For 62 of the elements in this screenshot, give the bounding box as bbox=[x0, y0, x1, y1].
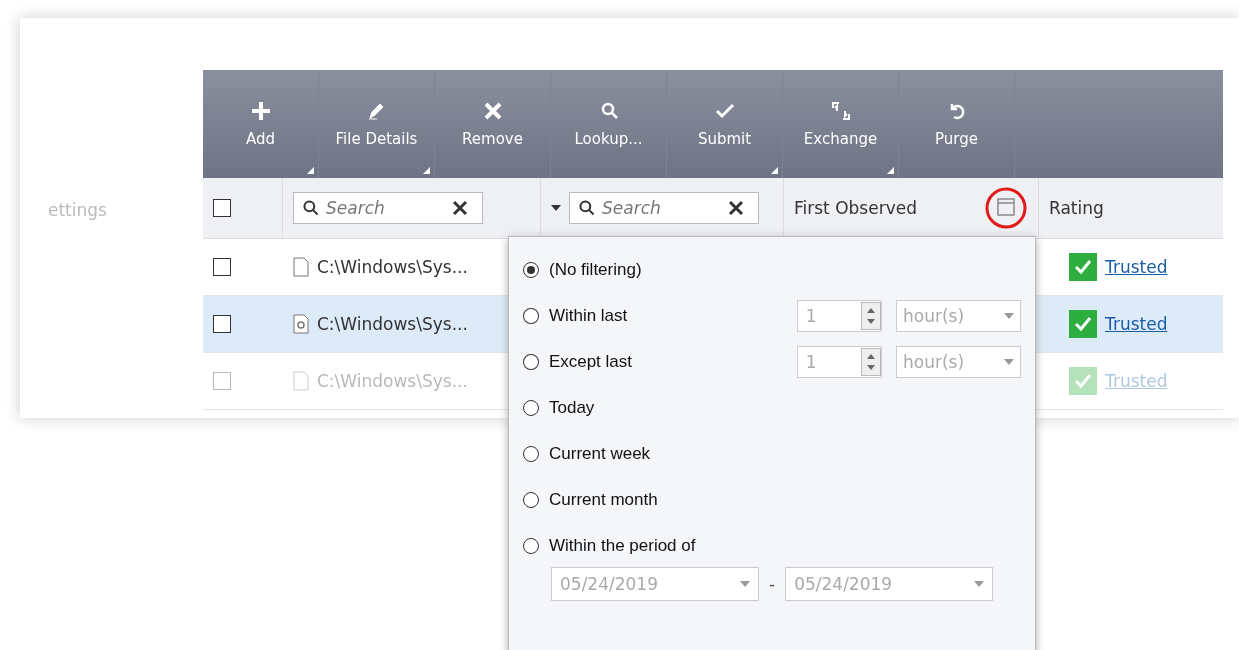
range-separator: - bbox=[769, 574, 776, 594]
table-cell: C:\Windows\Sys... bbox=[317, 371, 468, 391]
rating-link[interactable]: Trusted bbox=[1105, 314, 1168, 334]
date-field[interactable]: 05/24/2019 bbox=[785, 567, 994, 601]
option-label: Current month bbox=[549, 490, 659, 510]
check-badge-icon bbox=[1069, 310, 1097, 338]
radio-button[interactable] bbox=[523, 446, 539, 462]
spinner-value: 1 bbox=[805, 306, 817, 326]
file-icon bbox=[293, 257, 309, 277]
calendar-icon[interactable] bbox=[984, 186, 1028, 230]
search-box[interactable]: Search bbox=[569, 192, 759, 224]
dropdown-corner-icon[interactable] bbox=[423, 167, 430, 174]
file-icon bbox=[293, 371, 309, 391]
search-box[interactable]: Search bbox=[293, 192, 483, 224]
radio-button[interactable] bbox=[523, 400, 539, 416]
search-icon bbox=[302, 199, 320, 217]
sidebar-label: ettings bbox=[48, 200, 107, 220]
column-header: First Observed bbox=[794, 198, 917, 218]
unit-dropdown[interactable]: hour(s) bbox=[896, 346, 1021, 378]
check-badge-icon bbox=[1069, 367, 1097, 395]
radio-button[interactable] bbox=[523, 538, 539, 554]
search-input[interactable]: Search bbox=[600, 197, 724, 219]
option-label: Except last bbox=[548, 352, 634, 372]
radio-button[interactable] bbox=[523, 262, 539, 278]
date-value: 05/24/2019 bbox=[794, 574, 893, 594]
radio-button[interactable] bbox=[523, 492, 539, 508]
checkbox[interactable] bbox=[213, 315, 231, 333]
column-header: Rating bbox=[1049, 198, 1104, 218]
clear-icon[interactable] bbox=[728, 200, 744, 216]
search-input[interactable]: Search bbox=[324, 197, 448, 219]
spinner-value: 1 bbox=[805, 352, 817, 372]
table-cell: C:\Windows\Sys... bbox=[317, 257, 468, 277]
clear-icon[interactable] bbox=[452, 200, 468, 216]
spinner-arrows-icon[interactable] bbox=[861, 348, 881, 376]
dropdown-corner-icon[interactable] bbox=[887, 167, 894, 174]
option-label: (No filtering) bbox=[549, 260, 643, 280]
date-field[interactable]: 05/24/2019 bbox=[551, 567, 759, 601]
dropdown-value: hour(s) bbox=[903, 352, 965, 372]
radio-button[interactable] bbox=[523, 354, 539, 370]
caret-icon[interactable] bbox=[551, 205, 561, 211]
file-gear-icon bbox=[293, 314, 309, 334]
option-label: Within the period of bbox=[549, 536, 697, 556]
unit-dropdown[interactable]: hour(s) bbox=[896, 300, 1021, 332]
check-badge-icon bbox=[1069, 253, 1097, 281]
spinner-arrows-icon[interactable] bbox=[861, 302, 881, 330]
plus-icon bbox=[249, 100, 272, 122]
date-value: 05/24/2019 bbox=[560, 574, 658, 594]
dropdown-value: hour(s) bbox=[903, 306, 965, 326]
checkbox[interactable] bbox=[213, 199, 231, 217]
option-label: Current week bbox=[549, 444, 652, 464]
option-label: Today bbox=[549, 398, 596, 418]
number-spinner[interactable]: 1 bbox=[796, 346, 882, 378]
dropdown-corner-icon[interactable] bbox=[771, 167, 778, 174]
rating-link[interactable]: Trusted bbox=[1105, 257, 1168, 277]
number-spinner[interactable]: 1 bbox=[796, 300, 882, 332]
option-label: Within last bbox=[548, 306, 629, 326]
dropdown-corner-icon[interactable] bbox=[307, 167, 314, 174]
table-cell: C:\Windows\Sys... bbox=[317, 314, 468, 334]
radio-button[interactable] bbox=[523, 308, 539, 324]
checkbox[interactable] bbox=[213, 258, 231, 276]
search-icon bbox=[578, 199, 596, 217]
exchange-icon bbox=[829, 100, 852, 122]
